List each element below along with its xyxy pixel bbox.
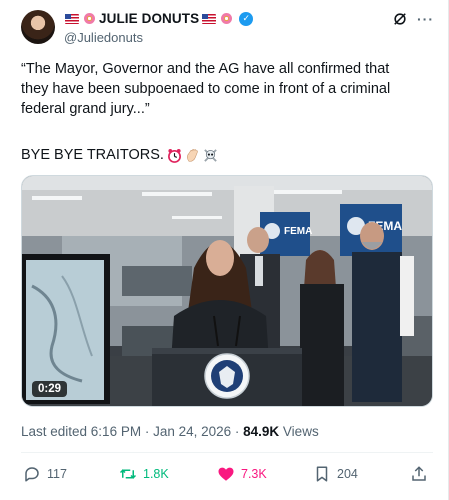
donut-icon xyxy=(84,13,95,24)
verified-badge-icon: ✓ xyxy=(239,11,254,26)
views-count: 84.9K xyxy=(243,424,280,439)
us-flag-icon xyxy=(65,13,79,24)
repost-button[interactable]: 1.8K xyxy=(119,465,169,483)
waving-hand-icon xyxy=(186,148,198,162)
action-bar: 117 1.8K 7.3K 204 xyxy=(21,465,433,487)
views-label: Views xyxy=(279,424,319,439)
reply-button[interactable]: 117 xyxy=(23,465,67,483)
tweet-text-line: they have been subpoenaed to come in fro… xyxy=(21,81,391,97)
video-player[interactable]: FEMA FEMA 0:29 xyxy=(21,175,433,407)
grok-icon[interactable] xyxy=(393,12,407,26)
video-duration-badge: 0:29 xyxy=(32,381,68,397)
bookmark-button[interactable]: 204 xyxy=(313,465,358,483)
donut-icon xyxy=(221,13,233,24)
heart-icon xyxy=(218,467,234,481)
repost-count: 1.8K xyxy=(143,467,169,481)
divider xyxy=(21,452,433,453)
edited-timestamp[interactable]: Last edited 6:16 PM · Jan 24, 2026 · xyxy=(21,424,243,439)
fema-sign-left: FEMA xyxy=(284,226,312,237)
like-count: 7.3K xyxy=(241,467,267,481)
tweet-second-paragraph: BYE BYE TRAITORS. xyxy=(21,147,218,163)
bookmark-count: 204 xyxy=(337,467,358,481)
alarm-clock-icon xyxy=(167,148,181,163)
author-name[interactable]: JULIE DONUTS xyxy=(99,11,199,26)
like-button[interactable]: 7.3K xyxy=(217,465,267,483)
reply-icon xyxy=(25,467,39,482)
more-options-icon[interactable]: ··· xyxy=(417,11,434,27)
bye-text: BYE BYE TRAITORS. xyxy=(21,147,164,163)
tweet-text-line: federal grand jury...” xyxy=(21,101,150,117)
bookmark-icon xyxy=(316,466,328,482)
share-button[interactable] xyxy=(410,465,428,483)
tweet-text-line: “The Mayor, Governor and the AG have all… xyxy=(21,61,390,77)
tweet-card: JULIE DONUTS ✓ @Juliedonuts ··· “The May… xyxy=(0,0,449,500)
repost-icon xyxy=(119,469,137,479)
tweet-text: “The Mayor, Governor and the AG have all… xyxy=(21,59,433,119)
avatar[interactable] xyxy=(21,10,55,44)
skull-and-crossbones-icon xyxy=(204,148,217,162)
author-name-row[interactable]: JULIE DONUTS ✓ xyxy=(64,11,254,26)
tweet-meta: Last edited 6:16 PM · Jan 24, 2026 · 84.… xyxy=(21,424,319,439)
us-flag-icon xyxy=(202,13,217,24)
share-icon xyxy=(412,466,426,481)
reply-count: 117 xyxy=(47,467,67,481)
author-handle[interactable]: @Juliedonuts xyxy=(64,30,143,45)
video-frame: FEMA FEMA xyxy=(22,176,432,406)
